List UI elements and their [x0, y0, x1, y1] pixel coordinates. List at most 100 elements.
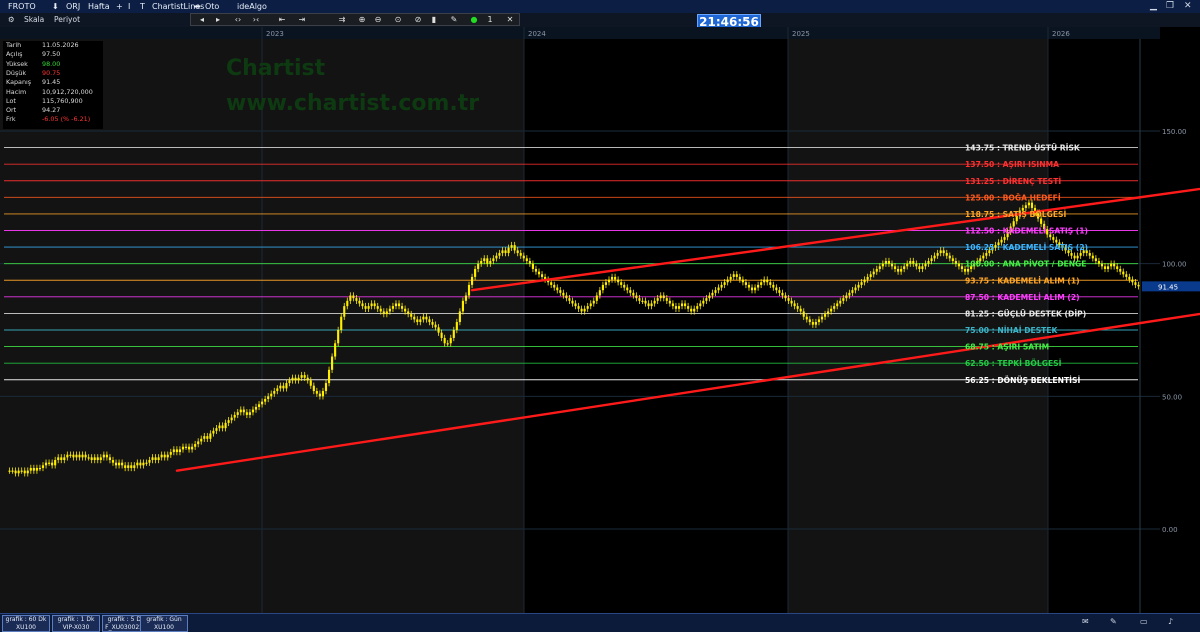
- candle-body: [184, 446, 188, 448]
- orj-menu[interactable]: ORJ: [66, 0, 80, 13]
- minimize-icon[interactable]: ▁: [1150, 0, 1157, 13]
- candle-body: [425, 316, 428, 320]
- go-start-icon[interactable]: ⇤: [275, 14, 289, 26]
- candle-body: [1110, 263, 1113, 267]
- candle-body: [823, 314, 827, 317]
- candle-body: [772, 284, 775, 288]
- candle-body: [945, 253, 948, 256]
- candle-body: [227, 420, 230, 423]
- candle-body: [680, 303, 684, 307]
- price-chart[interactable]: 2023 2024 2025 2026 150.00 100.00 50.00 0.00 1…: [0, 27, 1200, 613]
- scroll-right-icon[interactable]: ▸: [211, 14, 225, 26]
- candle-body: [1122, 271, 1125, 275]
- text-tool-icon[interactable]: T: [140, 0, 145, 13]
- pencil-icon[interactable]: ✎: [447, 14, 461, 26]
- restore-icon[interactable]: ❐: [1166, 0, 1174, 13]
- cursor-icon[interactable]: I: [128, 0, 130, 13]
- toolbar-close-icon[interactable]: ✕: [503, 14, 517, 26]
- candle-body: [133, 465, 136, 468]
- candle-body: [650, 303, 653, 307]
- candle-body: [1119, 268, 1122, 272]
- envelope-icon[interactable]: ✉: [1082, 617, 1089, 626]
- trash-icon[interactable]: ▮: [427, 14, 441, 26]
- candle-body: [51, 462, 54, 466]
- candle-body: [99, 457, 102, 461]
- go-end-icon[interactable]: ⇥: [295, 14, 309, 26]
- speaker-icon[interactable]: ♪: [1168, 617, 1173, 626]
- candle-body: [382, 311, 385, 315]
- monitor-icon[interactable]: ▭: [1140, 617, 1148, 626]
- candle-body: [48, 462, 51, 464]
- candle-body: [203, 436, 206, 439]
- chart-tab-2[interactable]: grafik : 1 Dk VIP-X030: [52, 615, 100, 632]
- arrow-right-icon[interactable]: ➡: [194, 0, 201, 13]
- chat-icon[interactable]: ✎: [1110, 617, 1117, 626]
- candle-body: [492, 258, 495, 262]
- candle-body: [617, 279, 620, 283]
- fast-forward-icon[interactable]: ⇉: [335, 14, 349, 26]
- candle-body: [583, 308, 586, 312]
- candle-body: [267, 396, 270, 399]
- level-label: 118.75 : SATIŞ BÖLGESİ: [965, 210, 1066, 219]
- candle-body: [416, 319, 419, 323]
- periyot-button[interactable]: Periyot: [54, 13, 80, 27]
- candle-body: [324, 383, 328, 392]
- candle-body: [808, 319, 811, 323]
- candle-body: [811, 322, 814, 325]
- candle-body: [151, 457, 154, 461]
- zoom-out-icon[interactable]: ⊖: [371, 14, 385, 26]
- candle-body: [483, 258, 486, 262]
- oto-menu[interactable]: Oto: [205, 0, 219, 13]
- candle-body: [571, 300, 574, 304]
- candle-body: [303, 375, 306, 378]
- candle-body: [75, 454, 78, 458]
- candle-body: [1100, 263, 1104, 267]
- candle-body: [181, 446, 185, 450]
- candle-body: [565, 295, 568, 299]
- chart-tab-1[interactable]: grafik : 60 Dk XU100: [2, 615, 50, 632]
- candle-body: [592, 300, 595, 304]
- period-menu[interactable]: Hafta: [88, 0, 110, 13]
- candle-body: [276, 388, 279, 392]
- candle-body: [127, 465, 130, 468]
- candle-body: [38, 467, 42, 470]
- candle-body: [1030, 202, 1034, 208]
- arrow-down-icon[interactable]: ⬇: [52, 0, 59, 13]
- target-icon[interactable]: ⊙: [391, 14, 405, 26]
- candle-body: [501, 250, 504, 254]
- settings-icon[interactable]: ⚙: [8, 13, 15, 27]
- tab-label: grafik : 60 Dk: [5, 616, 47, 623]
- idealgo-menu[interactable]: ideAlgo: [237, 0, 267, 13]
- candle-body: [139, 462, 142, 466]
- expand-icon[interactable]: ‹›: [231, 14, 245, 26]
- candle-body: [903, 266, 906, 269]
- candle-body: [163, 454, 166, 458]
- zoom-in-icon[interactable]: ⊕: [355, 14, 369, 26]
- candle-body: [376, 306, 379, 309]
- cancel-icon[interactable]: ⊘: [411, 14, 425, 26]
- candle-body: [930, 258, 933, 262]
- candle-body: [440, 332, 443, 338]
- scroll-left-icon[interactable]: ◂: [195, 14, 209, 26]
- year-label: 2024: [528, 30, 546, 38]
- plus-icon[interactable]: +: [116, 0, 123, 13]
- candle-body: [172, 449, 175, 453]
- close-icon[interactable]: ✕: [1184, 0, 1192, 13]
- chart-tab-4[interactable]: grafik : Gün XU100: [140, 615, 188, 632]
- candle-body: [87, 457, 90, 459]
- candle-body: [477, 263, 480, 269]
- info-key: Açılış: [6, 50, 23, 59]
- candle-body: [300, 375, 303, 378]
- level-label: 143.75 : TREND ÜSTÜ RİSK: [965, 144, 1081, 153]
- symbol-menu[interactable]: FROTO: [8, 0, 36, 13]
- skala-button[interactable]: Skala: [24, 13, 44, 27]
- candle-body: [1024, 205, 1027, 208]
- watermark-url: www.chartist.com.tr: [226, 91, 480, 116]
- candle-body: [318, 393, 321, 397]
- candle-body: [933, 255, 936, 259]
- compress-icon[interactable]: ›‹: [249, 14, 263, 26]
- candle-body: [355, 298, 358, 301]
- tab-symbol: XU100: [154, 623, 174, 631]
- candle-body: [775, 287, 778, 291]
- candle-body: [574, 303, 577, 307]
